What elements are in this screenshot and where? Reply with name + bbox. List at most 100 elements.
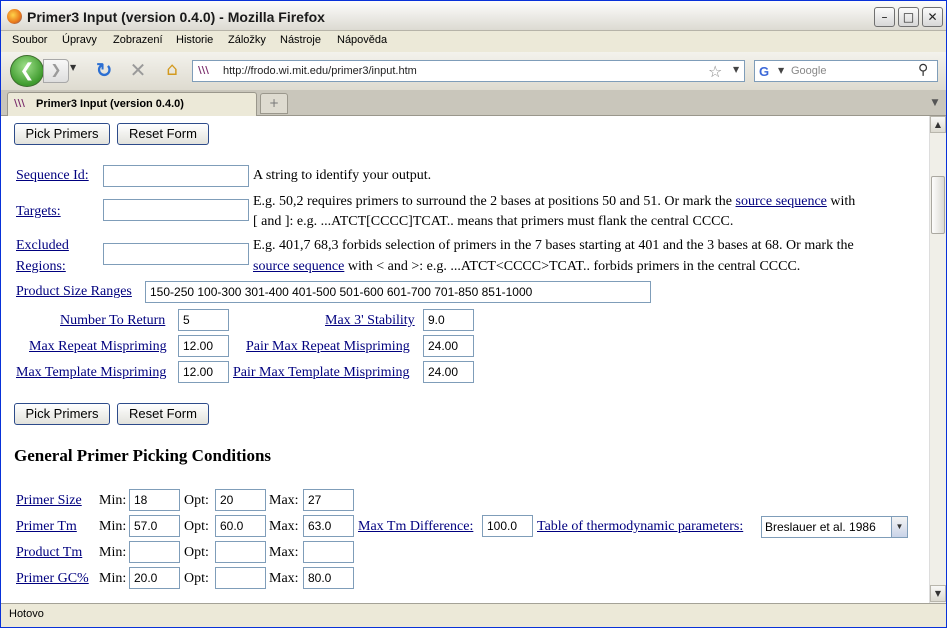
scroll-down-icon[interactable]: ▼: [930, 585, 946, 602]
sequence-id-help: A string to identify your output.: [253, 168, 432, 183]
product-tm-max-label: Max:: [269, 545, 299, 560]
excluded-help-text: with < and >: e.g. ...ATCT<CCCC>TCAT.. f…: [347, 259, 801, 274]
max-repeat-mispriming-input[interactable]: 12.00: [178, 335, 229, 357]
sequence-id-input[interactable]: [103, 165, 249, 187]
targets-help-line1: E.g. 50,2 requires primers to surround t…: [253, 194, 855, 210]
primer-tm-link[interactable]: Primer Tm: [16, 519, 77, 535]
number-to-return-link[interactable]: Number To Return: [60, 313, 165, 329]
pair-max-template-mispriming-input[interactable]: 24.00: [423, 361, 474, 383]
menu-bar: Soubor Úpravy Zobrazení Historie Záložky…: [1, 31, 946, 52]
primer-size-min-input[interactable]: 18: [129, 489, 180, 511]
menu-historie[interactable]: Historie: [176, 34, 213, 46]
max-tm-difference-link[interactable]: Max Tm Difference:: [358, 519, 473, 535]
excluded-regions-input[interactable]: [103, 243, 249, 265]
forward-button[interactable]: ❯: [43, 59, 69, 83]
primer-size-max-input[interactable]: 27: [303, 489, 354, 511]
source-sequence-link-2[interactable]: source sequence: [253, 259, 344, 274]
back-button[interactable]: ❮: [10, 55, 44, 87]
sequence-id-link[interactable]: Sequence Id:: [16, 168, 89, 184]
status-text: Hotovo: [9, 608, 44, 620]
tab-primer3-input[interactable]: \\\ Primer3 Input (version 0.4.0): [7, 92, 257, 116]
pair-max-template-mispriming-link[interactable]: Pair Max Template Mispriming: [233, 365, 409, 381]
max-template-mispriming-link[interactable]: Max Template Mispriming: [16, 365, 166, 381]
firefox-icon: [7, 9, 22, 24]
primer-size-opt-input[interactable]: 20: [215, 489, 266, 511]
number-to-return-input[interactable]: 5: [178, 309, 229, 331]
primer-tm-min-input[interactable]: 57.0: [129, 515, 180, 537]
menu-nastroje[interactable]: Nástroje: [280, 34, 321, 46]
scroll-up-icon[interactable]: ▲: [930, 116, 946, 133]
home-icon[interactable]: ⌂: [161, 59, 183, 81]
max-3-stability-link[interactable]: Max 3' Stability: [325, 313, 415, 329]
primer-gc-min-input[interactable]: 20.0: [129, 567, 180, 589]
pair-max-repeat-mispriming-input[interactable]: 24.00: [423, 335, 474, 357]
primer-gc-link[interactable]: Primer GC%: [16, 571, 89, 587]
url-text[interactable]: http://frodo.wi.mit.edu/primer3/input.ht…: [223, 65, 417, 77]
primer-gc-opt-input[interactable]: [215, 567, 266, 589]
excluded-regions-link[interactable]: Excluded: [16, 238, 69, 254]
product-size-ranges-link[interactable]: Product Size Ranges: [16, 284, 132, 300]
minimize-button[interactable]: –: [874, 7, 895, 27]
product-tm-max-input[interactable]: [303, 541, 354, 563]
menu-soubor[interactable]: Soubor: [12, 34, 47, 46]
primer-size-opt-label: Opt:: [184, 493, 209, 508]
vertical-scrollbar[interactable]: ▲ ▼: [929, 116, 946, 603]
maximize-button[interactable]: □: [898, 7, 919, 27]
product-tm-opt-input[interactable]: [215, 541, 266, 563]
max-tm-difference-input[interactable]: 100.0: [482, 515, 533, 537]
plus-icon: +: [268, 96, 280, 110]
menu-zalozky[interactable]: Záložky: [228, 34, 266, 46]
close-button[interactable]: ✕: [922, 7, 943, 27]
reload-icon[interactable]: ↻: [93, 59, 115, 81]
search-input[interactable]: Google: [791, 65, 826, 77]
new-tab-button[interactable]: +: [260, 93, 288, 114]
reset-form-button-2[interactable]: Reset Form: [117, 403, 209, 425]
primer-tm-max-input[interactable]: 63.0: [303, 515, 354, 537]
product-tm-link[interactable]: Product Tm: [16, 545, 82, 561]
search-engine-dropdown-icon[interactable]: ▼: [778, 66, 784, 75]
excluded-regions-link-line2[interactable]: Regions:: [16, 259, 66, 275]
stop-icon[interactable]: ✕: [127, 59, 149, 81]
targets-help-line2: [ and ]: e.g. ...ATCT[CCCC]TCAT.. means …: [253, 214, 734, 229]
page-content: Pick Primers Reset Form Sequence Id: A s…: [1, 116, 929, 603]
tab-list-icon[interactable]: ▼: [927, 94, 943, 112]
primer-gc-max-input[interactable]: 80.0: [303, 567, 354, 589]
menu-napoveda[interactable]: Nápověda: [337, 34, 387, 46]
thermo-table-link[interactable]: Table of thermodynamic parameters:: [537, 519, 743, 535]
pair-max-repeat-mispriming-link[interactable]: Pair Max Repeat Mispriming: [246, 339, 410, 355]
pick-primers-button[interactable]: Pick Primers: [14, 123, 110, 145]
product-tm-min-label: Min:: [99, 545, 127, 560]
primer-tm-opt-input[interactable]: 60.0: [215, 515, 266, 537]
targets-input[interactable]: [103, 199, 249, 221]
search-bar[interactable]: G ▼ Google ⚲: [754, 60, 938, 82]
chevron-down-icon[interactable]: ▼: [891, 517, 907, 537]
thermo-table-select[interactable]: Breslauer et al. 1986 ▼: [761, 516, 908, 538]
product-size-ranges-input[interactable]: 150-250 100-300 301-400 401-500 501-600 …: [145, 281, 651, 303]
product-tm-opt-label: Opt:: [184, 545, 209, 560]
product-tm-min-input[interactable]: [129, 541, 180, 563]
scrollbar-thumb[interactable]: [931, 176, 945, 234]
max-template-mispriming-input[interactable]: 12.00: [178, 361, 229, 383]
max-3-stability-input[interactable]: 9.0: [423, 309, 474, 331]
targets-help-text: E.g. 50,2 requires primers to surround t…: [253, 194, 733, 209]
history-dropdown-icon[interactable]: ▼: [70, 63, 76, 72]
tab-label: Primer3 Input (version 0.4.0): [36, 98, 184, 110]
targets-help-with: with: [830, 194, 856, 209]
menu-zobrazeni[interactable]: Zobrazení: [113, 34, 163, 46]
url-bar[interactable]: \\\ http://frodo.wi.mit.edu/primer3/inpu…: [192, 60, 745, 82]
primer-size-link[interactable]: Primer Size: [16, 493, 82, 509]
menu-upravy[interactable]: Úpravy: [62, 34, 97, 46]
tab-favicon-icon: \\\: [14, 98, 25, 109]
bookmark-star-icon[interactable]: ☆: [708, 62, 722, 81]
window-title: Primer3 Input (version 0.4.0) - Mozilla …: [27, 9, 325, 25]
tab-bar: \\\ Primer3 Input (version 0.4.0) + ▼: [1, 90, 946, 116]
url-dropdown-icon[interactable]: ▼: [733, 65, 739, 74]
search-icon[interactable]: ⚲: [918, 62, 928, 78]
primer-size-max-label: Max:: [269, 493, 299, 508]
targets-link[interactable]: Targets:: [16, 204, 61, 220]
pick-primers-button-2[interactable]: Pick Primers: [14, 403, 110, 425]
google-icon[interactable]: G: [759, 64, 775, 80]
max-repeat-mispriming-link[interactable]: Max Repeat Mispriming: [29, 339, 167, 355]
source-sequence-link[interactable]: source sequence: [736, 194, 827, 209]
reset-form-button[interactable]: Reset Form: [117, 123, 209, 145]
